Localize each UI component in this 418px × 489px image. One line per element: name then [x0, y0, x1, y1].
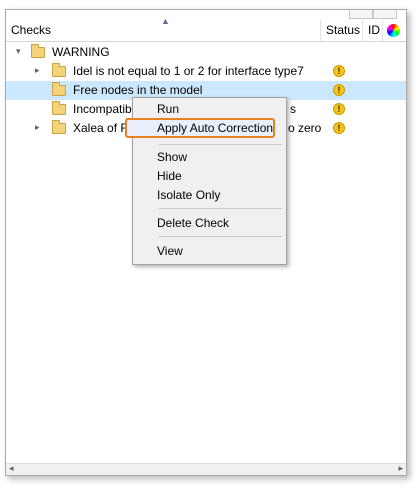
menu-item-view[interactable]: View: [157, 244, 183, 258]
collapse-arrow-icon[interactable]: ▾: [16, 46, 21, 57]
horizontal-scrollbar[interactable]: ◂ ▸: [6, 463, 406, 475]
warning-status-icon: !: [333, 103, 345, 115]
column-divider[interactable]: [320, 20, 321, 41]
column-divider[interactable]: [362, 20, 363, 41]
warning-status-icon: !: [333, 84, 345, 96]
check-label: Free nodes in the model: [73, 83, 203, 97]
scroll-left-icon[interactable]: ◂: [9, 463, 14, 474]
menu-item-delete-check[interactable]: Delete Check: [157, 216, 229, 230]
check-label-tail: o zero: [288, 121, 322, 135]
color-wheel-icon[interactable]: [387, 24, 400, 37]
warning-status-icon: !: [333, 122, 345, 134]
menu-separator: [159, 236, 282, 237]
menu-item-isolate-only[interactable]: Isolate Only: [157, 188, 220, 202]
menu-item-apply-auto-correction[interactable]: Apply Auto Correction: [157, 121, 273, 135]
folder-icon: [31, 44, 45, 58]
top-button-2[interactable]: [373, 10, 397, 19]
folder-icon: [52, 63, 66, 77]
menu-separator: [159, 208, 282, 209]
menu-item-show[interactable]: Show: [157, 150, 187, 164]
menu-separator: [159, 144, 282, 145]
top-button-1[interactable]: [349, 10, 373, 19]
group-label: WARNING: [52, 45, 110, 59]
id-column-header[interactable]: ID: [368, 20, 380, 41]
scroll-right-icon[interactable]: ▸: [398, 463, 403, 474]
folder-icon: [52, 120, 66, 134]
context-menu: Run Apply Auto Correction Show Hide Isol…: [125, 97, 287, 265]
checks-column-header[interactable]: Checks: [11, 20, 51, 41]
top-strip: [6, 10, 406, 20]
tree-group-warning[interactable]: ▾ WARNING: [6, 43, 406, 62]
menu-item-apply-auto-correction-highlight[interactable]: Apply Auto Correction: [125, 118, 275, 138]
check-label: Idel is not equal to 1 or 2 for interfac…: [73, 64, 304, 78]
check-label: Incompatible: [73, 102, 142, 116]
sort-ascending-icon: ▲: [161, 16, 170, 26]
status-column-header[interactable]: Status: [326, 20, 360, 41]
menu-item-run[interactable]: Run: [157, 102, 179, 116]
warning-status-icon: !: [333, 65, 345, 77]
menu-item-hide[interactable]: Hide: [157, 169, 182, 183]
check-label-tail: s: [290, 102, 296, 116]
expand-arrow-icon[interactable]: ▸: [35, 65, 40, 76]
folder-icon: [52, 82, 66, 96]
folder-icon: [52, 101, 66, 115]
column-header: Checks ▲ Status ID: [6, 16, 406, 42]
column-divider[interactable]: [382, 20, 383, 41]
expand-arrow-icon[interactable]: ▸: [35, 122, 40, 133]
tree-row[interactable]: ▸ Idel is not equal to 1 or 2 for interf…: [6, 62, 406, 81]
